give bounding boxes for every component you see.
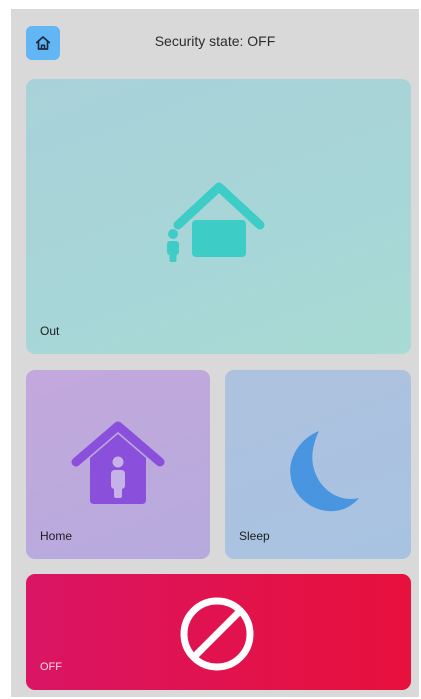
mode-out-label: Out xyxy=(40,324,60,338)
mode-sleep-tile[interactable]: Sleep xyxy=(225,370,411,559)
house-person-outside-icon xyxy=(167,182,265,262)
mode-off-tile[interactable]: OFF xyxy=(26,574,411,690)
security-state-text: Security state: OFF xyxy=(154,33,276,49)
crescent-moon-icon xyxy=(290,431,359,512)
mode-off-label: OFF xyxy=(40,661,62,673)
mode-sleep-label: Sleep xyxy=(239,529,270,543)
prohibited-icon xyxy=(180,597,254,671)
mode-out-tile[interactable]: Out xyxy=(26,79,411,354)
mode-home-tile[interactable]: Home xyxy=(26,370,210,559)
home-icon xyxy=(35,36,51,50)
header-bar: Security state: OFF xyxy=(11,9,419,75)
mode-home-label: Home xyxy=(40,529,73,543)
home-button[interactable] xyxy=(26,26,60,60)
house-person-inside-icon xyxy=(71,421,165,504)
app-screen: Security state: OFF Out Home Sleep OFF xyxy=(11,9,419,697)
